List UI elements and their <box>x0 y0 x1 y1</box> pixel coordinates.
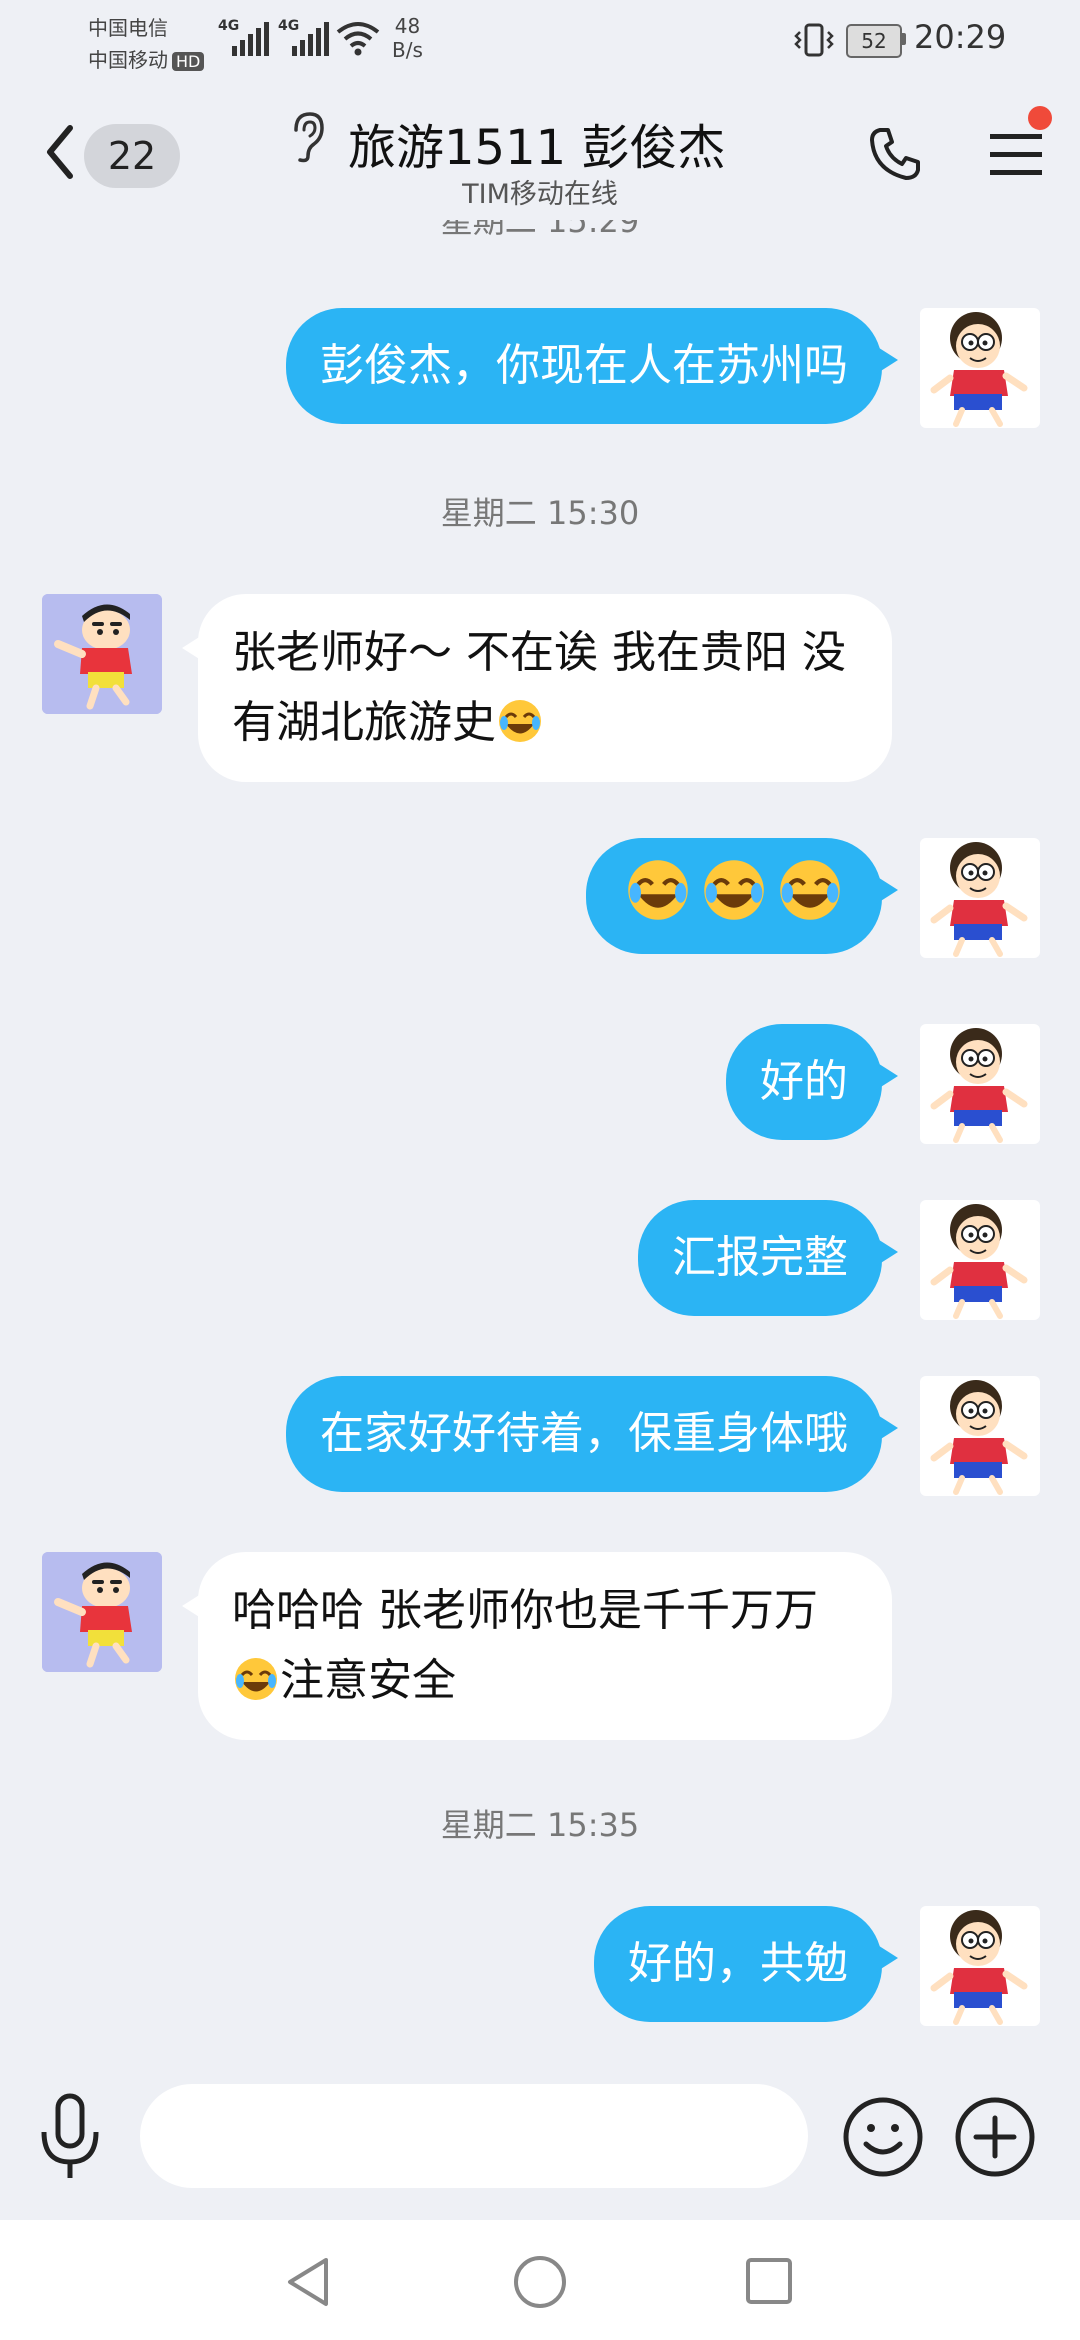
my-avatar[interactable] <box>920 1906 1040 2026</box>
microphone-icon[interactable] <box>38 2092 102 2182</box>
status-bar: 中国电信 中国移动 HD 4G 4G 48 B/s 52 20:29 <box>0 0 1080 80</box>
timestamp: 星期二 15:35 <box>440 1806 640 1844</box>
nobita-avatar-icon <box>930 1204 1028 1319</box>
tears-of-joy-emoji-icon <box>780 860 840 920</box>
my-avatar[interactable] <box>920 1200 1040 1320</box>
battery-level: 52 <box>846 24 902 58</box>
carrier-2: 中国移动 HD <box>88 44 205 73</box>
signal-2-icon: 4G <box>278 18 334 56</box>
my-avatar[interactable] <box>920 1024 1040 1144</box>
tears-of-joy-emoji-icon <box>235 1658 277 1700</box>
my-avatar[interactable] <box>920 1376 1040 1496</box>
net-speed-value: 48 <box>394 14 421 38</box>
plus-icon[interactable] <box>954 2096 1036 2178</box>
tears-of-joy-emoji-icon <box>499 700 541 742</box>
tears-of-joy-emoji-icon <box>704 860 764 920</box>
my-avatar[interactable] <box>920 838 1040 958</box>
carrier-2-label: 中国移动 <box>88 48 168 72</box>
tears-of-joy-emoji-icon <box>628 860 688 920</box>
incoming-message-text: 哈哈哈 张老师你也是千千万万 <box>232 1585 818 1636</box>
chat-title: 旅游1511 彭俊杰 <box>348 120 726 176</box>
chat-screen: 中国电信 中国移动 HD 4G 4G 48 B/s 52 20:29 22 旅游… <box>0 0 1080 2340</box>
net-speed-unit: B/s <box>392 38 423 62</box>
outgoing-emoji-message[interactable] <box>586 838 898 954</box>
incoming-message-text-tail: 注意安全 <box>280 1655 456 1706</box>
wifi-icon <box>336 22 380 56</box>
nobita-avatar-icon <box>930 1380 1028 1495</box>
ear-icon[interactable] <box>286 110 326 164</box>
contact-avatar[interactable] <box>42 594 162 714</box>
triangle-back-icon[interactable] <box>282 2254 334 2310</box>
timestamp: 星期二 15:29 <box>440 220 640 240</box>
square-recent-icon[interactable] <box>744 2256 794 2306</box>
outgoing-message[interactable]: 好的，共勉 <box>594 1906 898 2022</box>
net-speed: 48 B/s <box>392 14 423 62</box>
shinchan-avatar-icon <box>42 1552 162 1672</box>
phone-icon[interactable] <box>866 124 926 184</box>
outgoing-message[interactable]: 彭俊杰，你现在人在苏州吗 <box>286 308 898 424</box>
clock: 20:29 <box>914 18 1007 56</box>
nobita-avatar-icon <box>930 842 1028 957</box>
chat-header: 22 旅游1511 彭俊杰 TIM移动在线 <box>0 80 1080 220</box>
signal-1-icon: 4G <box>218 18 274 56</box>
outgoing-message[interactable]: 在家好好待着，保重身体哦 <box>286 1376 898 1492</box>
hamburger-menu-icon[interactable] <box>988 128 1044 180</box>
vibrate-icon <box>794 23 834 57</box>
timestamp: 星期二 15:30 <box>440 494 640 532</box>
input-bar <box>0 2060 1080 2220</box>
system-nav-bar <box>0 2220 1080 2340</box>
incoming-message[interactable]: 哈哈哈 张老师你也是千千万万注意安全 <box>182 1552 892 1740</box>
shinchan-avatar-icon <box>42 594 162 714</box>
nobita-avatar-icon <box>930 312 1028 427</box>
message-input[interactable] <box>140 2084 808 2188</box>
circle-home-icon[interactable] <box>512 2254 568 2310</box>
nobita-avatar-icon <box>930 1910 1028 2025</box>
smiley-icon[interactable] <box>842 2096 924 2178</box>
hd-badge: HD <box>172 52 205 71</box>
outgoing-message[interactable]: 汇报完整 <box>638 1200 898 1316</box>
my-avatar[interactable] <box>920 308 1040 428</box>
battery-cap <box>902 33 906 45</box>
incoming-message[interactable]: 张老师好～ 不在诶 我在贵阳 没有湖北旅游史 <box>182 594 892 782</box>
contact-avatar[interactable] <box>42 1552 162 1672</box>
notification-dot <box>1028 106 1052 130</box>
message-list[interactable]: 星期二 15:29 彭俊杰，你现在人在苏州吗 星期二 15:30 张老师好～ 不… <box>0 220 1080 2060</box>
carrier-1: 中国电信 <box>88 16 168 40</box>
outgoing-message[interactable]: 好的 <box>726 1024 898 1140</box>
nobita-avatar-icon <box>930 1028 1028 1143</box>
